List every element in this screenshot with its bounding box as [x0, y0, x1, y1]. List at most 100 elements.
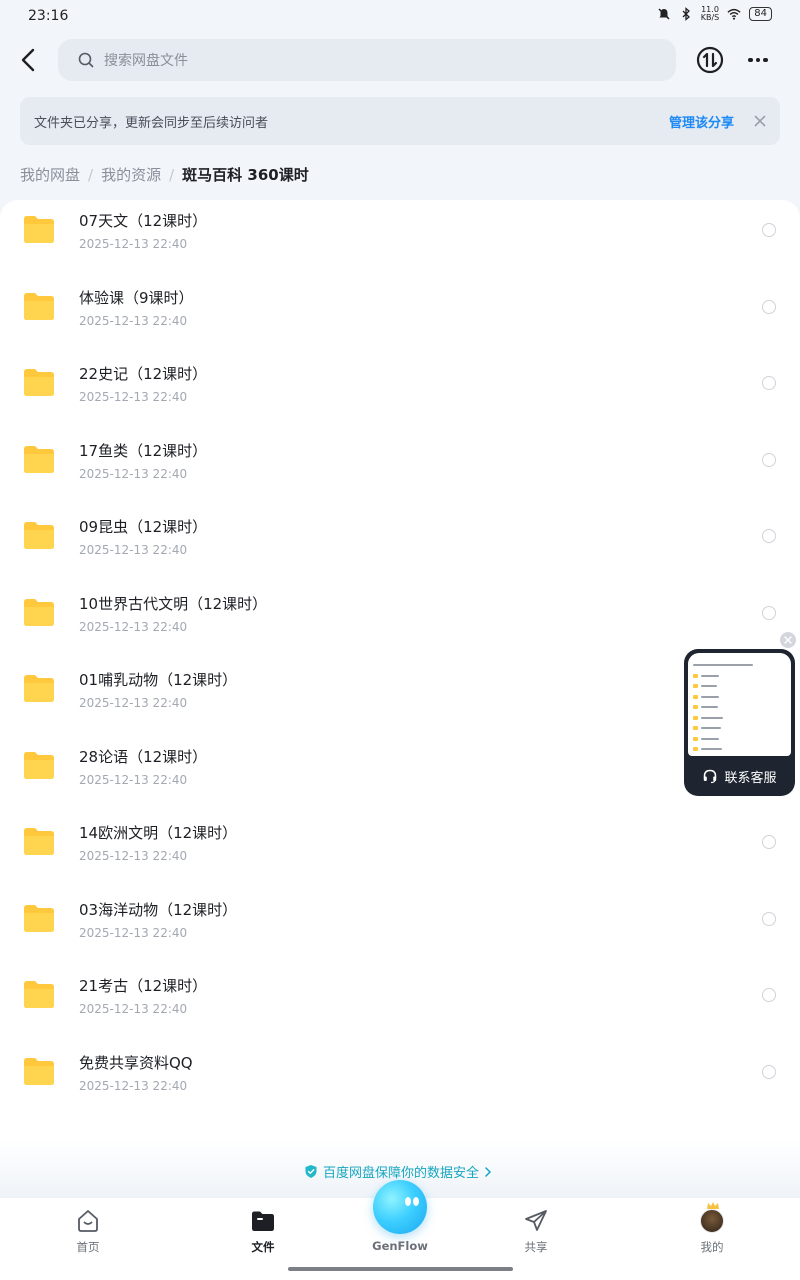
folder-icon: [24, 599, 54, 626]
folder-icon: [24, 293, 54, 320]
file-row[interactable]: 21考古（12课时） 2025-12-13 22:40: [0, 965, 800, 1041]
select-radio[interactable]: [762, 606, 776, 620]
nav-mine[interactable]: 我的: [672, 1202, 752, 1258]
bluetooth-icon: [682, 7, 690, 21]
nav-files[interactable]: 文件: [223, 1208, 303, 1258]
file-date: 2025-12-13 22:40: [79, 467, 188, 481]
close-icon: [754, 115, 766, 127]
select-radio[interactable]: [762, 835, 776, 849]
search-icon: [78, 52, 94, 68]
more-options-button[interactable]: [744, 46, 772, 74]
select-radio[interactable]: [762, 453, 776, 467]
more-dot-icon: [748, 57, 753, 63]
file-row[interactable]: 14欧洲文明（12课时） 2025-12-13 22:40: [0, 812, 800, 888]
home-indicator[interactable]: [288, 1267, 513, 1271]
nav-mine-icon: [699, 1202, 725, 1234]
select-radio[interactable]: [762, 300, 776, 314]
select-radio[interactable]: [762, 988, 776, 1002]
nav-share[interactable]: 共享: [496, 1208, 576, 1258]
file-name: 01哺乳动物（12课时）: [79, 671, 238, 689]
folder-icon: [24, 522, 54, 549]
headset-icon: [704, 769, 717, 784]
manage-share-link[interactable]: 管理该分享: [669, 112, 734, 131]
preview-row: [693, 671, 786, 680]
nav-home[interactable]: 首页: [48, 1208, 128, 1258]
mute-icon: [658, 8, 670, 20]
share-notice-text: 文件夹已分享，更新会同步至后续访问者: [34, 115, 269, 131]
status-icons: 11.0 KB/S 84: [657, 6, 772, 22]
file-row[interactable]: 10世界古代文明（12课时） 2025-12-13 22:40: [0, 583, 800, 659]
share-notice: 文件夹已分享，更新会同步至后续访问者 管理该分享: [20, 97, 780, 145]
select-radio[interactable]: [762, 376, 776, 390]
file-row[interactable]: 22史记（12课时） 2025-12-13 22:40: [0, 353, 800, 429]
file-name: 22史记（12课时）: [79, 365, 208, 383]
file-date: 2025-12-13 22:40: [79, 926, 188, 940]
genflow-button[interactable]: [373, 1180, 427, 1234]
file-row[interactable]: 28论语（12课时） 2025-12-13 22:40: [0, 736, 800, 812]
status-bar: 23:16 11.0 KB/S 84: [0, 0, 800, 34]
search-input[interactable]: 搜索网盘文件: [58, 39, 676, 81]
nav-share-label: 共享: [524, 1240, 548, 1254]
file-date: 2025-12-13 22:40: [79, 390, 188, 404]
file-row[interactable]: 01哺乳动物（12课时） 2025-12-13 22:40: [0, 659, 800, 735]
file-date: 2025-12-13 22:40: [79, 543, 188, 557]
file-name: 28论语（12课时）: [79, 748, 208, 766]
orb-eye-icon: [405, 1197, 411, 1206]
folder-icon: [24, 446, 54, 473]
preview-row: [693, 724, 786, 733]
file-name: 17鱼类（12课时）: [79, 442, 208, 460]
select-radio[interactable]: [762, 223, 776, 237]
breadcrumb-separator: /: [88, 165, 94, 184]
orb-eye-icon: [413, 1197, 419, 1206]
crown-icon: [707, 1202, 719, 1209]
network-speed: 11.0 KB/S: [701, 6, 720, 22]
nav-genflow-label: GenFlow: [372, 1239, 428, 1253]
file-date: 2025-12-13 22:40: [79, 773, 188, 787]
folder-icon: [24, 675, 54, 702]
close-widget-button[interactable]: [780, 632, 796, 648]
folder-icon: [24, 216, 54, 243]
file-date: 2025-12-13 22:40: [79, 237, 188, 251]
security-link[interactable]: 百度网盘保障你的数据安全: [304, 1162, 492, 1181]
file-row[interactable]: 17鱼类（12课时） 2025-12-13 22:40: [0, 430, 800, 506]
service-label-wrap: 联系客服: [684, 763, 795, 789]
security-text: 百度网盘保障你的数据安全: [323, 1166, 480, 1181]
status-time: 23:16: [28, 8, 69, 24]
header: 搜索网盘文件: [0, 38, 800, 82]
file-name: 09昆虫（12课时）: [79, 518, 208, 536]
file-name: 10世界古代文明（12课时）: [79, 595, 268, 613]
back-button[interactable]: [14, 46, 42, 74]
select-radio[interactable]: [762, 912, 776, 926]
close-notice-button[interactable]: [746, 107, 774, 135]
file-date: 2025-12-13 22:40: [79, 314, 188, 328]
search-placeholder: 搜索网盘文件: [104, 53, 188, 69]
breadcrumb-item[interactable]: 我的资源: [101, 164, 161, 185]
select-radio[interactable]: [762, 529, 776, 543]
share-icon: [523, 1208, 549, 1234]
folder-icon: [24, 1058, 54, 1085]
file-row[interactable]: 03海洋动物（12课时） 2025-12-13 22:40: [0, 889, 800, 965]
file-row[interactable]: 体验课（9课时） 2025-12-13 22:40: [0, 277, 800, 353]
nav-home-label: 首页: [76, 1240, 100, 1254]
preview-row: [693, 661, 786, 670]
preview-row: [693, 713, 786, 722]
file-name: 03海洋动物（12课时）: [79, 901, 238, 919]
nav-files-label: 文件: [251, 1240, 275, 1254]
file-row[interactable]: 09昆虫（12课时） 2025-12-13 22:40: [0, 506, 800, 582]
file-name: 免费共享资料QQ: [79, 1054, 193, 1072]
home-icon: [75, 1208, 101, 1234]
select-radio[interactable]: [762, 1065, 776, 1079]
preview-row: [693, 682, 786, 691]
shield-icon: [305, 1165, 317, 1178]
service-label: 联系客服: [724, 770, 777, 786]
file-row[interactable]: 免费共享资料QQ 2025-12-13 22:40: [0, 1042, 800, 1118]
file-name: 07天文（12课时）: [79, 212, 208, 230]
breadcrumb-item[interactable]: 我的网盘: [20, 164, 80, 185]
preview-row: [693, 703, 786, 712]
nav-mine-label: 我的: [700, 1240, 724, 1254]
customer-service-widget[interactable]: 联系客服: [684, 649, 795, 796]
file-row[interactable]: 07天文（12课时） 2025-12-13 22:40: [0, 200, 800, 276]
preview-row: [693, 692, 786, 701]
file-date: 2025-12-13 22:40: [79, 1002, 188, 1016]
transfer-button[interactable]: [696, 46, 724, 74]
